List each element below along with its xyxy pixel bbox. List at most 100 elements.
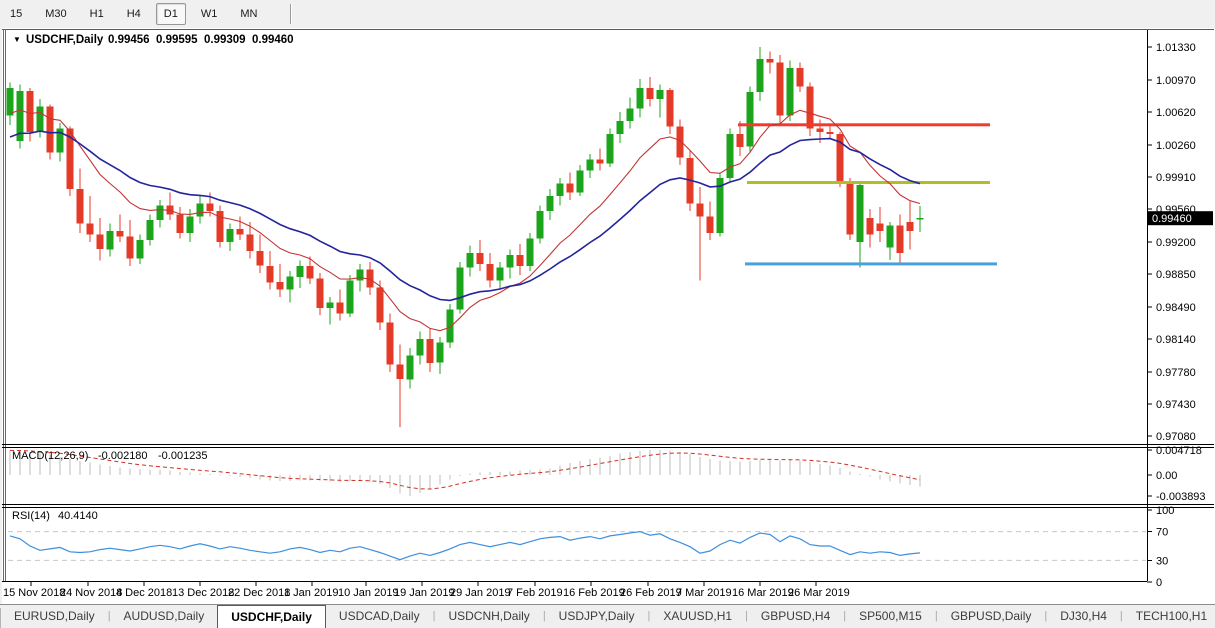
date-axis-label: 26 Feb 2019 xyxy=(620,587,682,599)
date-axis-label: 7 Mar 2019 xyxy=(676,587,732,599)
rsi-axis-label: 70 xyxy=(1156,527,1168,539)
timeframe-button-w1[interactable]: W1 xyxy=(193,3,226,25)
candle-body xyxy=(867,218,874,235)
macd-indicator-label: MACD(12,26,9) xyxy=(12,450,88,462)
price-axis-label: 1.00260 xyxy=(1156,140,1196,152)
symbol-tab-sp500[interactable]: SP500,M15 xyxy=(846,605,935,628)
candle-body xyxy=(337,302,344,313)
symbol-tab-usdcad[interactable]: USDCAD,Daily xyxy=(326,605,433,628)
candle-body xyxy=(477,253,484,264)
candle-body xyxy=(567,183,574,192)
timeframe-button-d1[interactable]: D1 xyxy=(156,3,186,25)
candle-body xyxy=(617,121,624,134)
candle-body xyxy=(437,343,444,363)
macd-main-value: -0.002180 xyxy=(98,450,148,462)
candle-body xyxy=(277,282,284,289)
candle-body xyxy=(597,160,604,164)
candle-body xyxy=(247,235,254,252)
timeframe-button-15[interactable]: 15 xyxy=(2,3,30,25)
candle-body xyxy=(917,218,924,219)
candle-body xyxy=(87,224,94,235)
price-chart-canvas[interactable]: 1.013301.009701.006201.002600.999100.995… xyxy=(0,28,1215,604)
symbol-dropdown-icon[interactable]: ▼ xyxy=(13,35,21,44)
candle-body xyxy=(387,323,394,365)
candle-body xyxy=(887,226,894,248)
broken-support-line[interactable] xyxy=(747,181,990,184)
candle-body xyxy=(397,365,404,380)
candle-body xyxy=(627,108,634,121)
candle-body xyxy=(557,183,564,196)
candle-wick xyxy=(90,196,91,242)
candle-body xyxy=(467,253,474,268)
timeframe-button-mn[interactable]: MN xyxy=(232,3,265,25)
candle-body xyxy=(777,63,784,116)
support-line[interactable] xyxy=(745,262,997,265)
candle-body xyxy=(737,134,744,147)
price-axis-label: 0.98140 xyxy=(1156,334,1196,346)
date-axis-label: 7 Feb 2019 xyxy=(507,587,563,599)
timeframe-button-h4[interactable]: H4 xyxy=(119,3,149,25)
candle-body xyxy=(47,107,54,153)
price-axis-label: 0.97430 xyxy=(1156,399,1196,411)
candle-body xyxy=(97,235,104,250)
date-axis-label: 16 Feb 2019 xyxy=(563,587,625,599)
rsi-axis-label: 30 xyxy=(1156,555,1168,567)
current-price-value: 0.99460 xyxy=(1152,213,1192,225)
candle-body xyxy=(587,160,594,171)
candle-wick xyxy=(330,297,331,325)
symbol-tab-gbpusd[interactable]: GBPUSD,Daily xyxy=(938,605,1045,628)
symbol-tab-xauusd[interactable]: XAUUSD,H1 xyxy=(650,605,745,628)
candle-body xyxy=(107,231,114,249)
price-axis-label: 0.97080 xyxy=(1156,431,1196,443)
candle-body xyxy=(317,279,324,308)
timeframe-button-h1[interactable]: H1 xyxy=(82,3,112,25)
candle-body xyxy=(607,134,614,163)
candle-body xyxy=(7,88,14,116)
rsi-axis-label: 100 xyxy=(1156,505,1174,517)
candle-wick xyxy=(120,215,121,243)
candle-body xyxy=(497,268,504,281)
price-axis-label: 0.97780 xyxy=(1156,367,1196,379)
candle-body xyxy=(327,302,334,308)
candle-body xyxy=(907,222,914,231)
date-axis-label: 22 Dec 2018 xyxy=(228,587,290,599)
candle-wick xyxy=(240,216,241,240)
candle-body xyxy=(827,132,834,134)
candle-wick xyxy=(400,345,401,427)
candle-body xyxy=(667,90,674,127)
macd-axis-label: 0.00 xyxy=(1156,470,1177,482)
rsi-axis-label: 0 xyxy=(1156,577,1162,589)
toolbar-separator xyxy=(290,4,292,24)
symbol-tab-usdjpy[interactable]: USDJPY,Daily xyxy=(546,605,648,628)
symbol-tab-eurusd[interactable]: EURUSD,Daily xyxy=(1,605,108,628)
date-axis-label: 4 Dec 2018 xyxy=(116,587,172,599)
symbol-tab-usdchf[interactable]: USDCHF,Daily xyxy=(217,605,326,628)
rsi-indicator-label: RSI(14) xyxy=(12,510,50,522)
candle-body xyxy=(757,59,764,92)
candle-body xyxy=(407,356,414,380)
candle-body xyxy=(697,204,704,217)
rsi-current-value: 40.4140 xyxy=(58,510,98,522)
candle-body xyxy=(257,251,264,266)
ohlc-low: 0.99309 xyxy=(204,34,246,46)
symbol-tab-tech100[interactable]: TECH100,H1 xyxy=(1123,605,1215,628)
candle-body xyxy=(877,224,884,231)
candle-body xyxy=(297,266,304,277)
price-axis-label: 1.00620 xyxy=(1156,107,1196,119)
candle-body xyxy=(517,255,524,266)
symbol-tab-usdcnh[interactable]: USDCNH,Daily xyxy=(435,605,542,628)
symbol-tab-gbpusd[interactable]: GBPUSD,H4 xyxy=(748,605,843,628)
candle-body xyxy=(357,269,364,280)
candle-body xyxy=(507,255,514,268)
candle-body xyxy=(647,88,654,99)
candle-body xyxy=(417,339,424,356)
chart-chrome xyxy=(2,28,1215,604)
chart-window: 1.013301.009701.006201.002600.999100.995… xyxy=(0,28,1215,604)
candle-body xyxy=(807,86,814,128)
symbol-tab-audusd[interactable]: AUDUSD,Daily xyxy=(111,605,218,628)
symbol-tab-dj30[interactable]: DJ30,H4 xyxy=(1047,605,1120,628)
date-axis-label: 19 Jan 2019 xyxy=(394,587,455,599)
candle-wick xyxy=(660,85,661,118)
candle-body xyxy=(127,237,134,259)
timeframe-button-m30[interactable]: M30 xyxy=(37,3,74,25)
